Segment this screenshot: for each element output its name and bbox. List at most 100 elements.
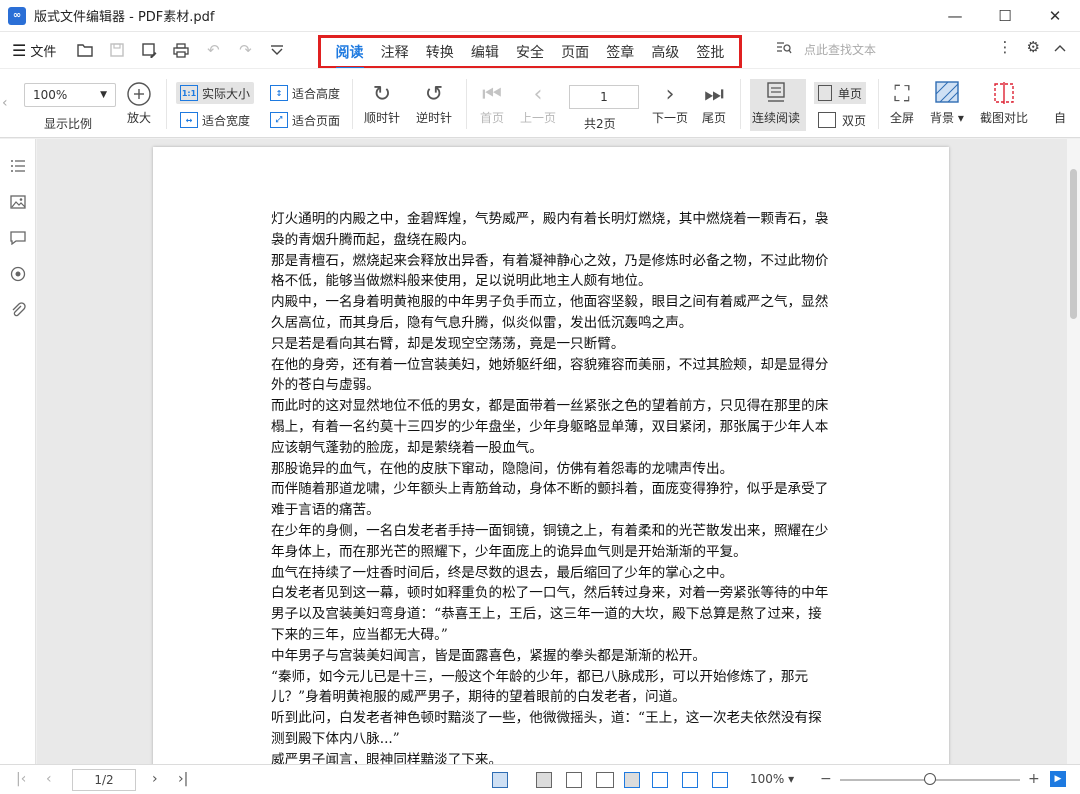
close-button[interactable]: ✕	[1030, 0, 1080, 32]
print-icon[interactable]	[166, 36, 196, 64]
paragraph: 在少年的身侧，一名白发老者手持一面铜镜，铜镜之上，有着柔和的光芒散发出来，照耀在…	[271, 522, 829, 560]
document-viewport[interactable]: 灯火通明的内殿之中，金碧辉煌，气势威严，殿内有着长明灯燃烧，其中燃烧着一颗青石，…	[37, 139, 1067, 764]
tab-signature[interactable]: 签章	[604, 40, 636, 64]
status-double-page-icon[interactable]	[596, 772, 614, 788]
redo-icon[interactable]: ↷	[230, 36, 260, 64]
first-page-button[interactable]: ⏮ 首页	[480, 81, 504, 126]
status-single-page-icon[interactable]	[566, 772, 582, 788]
chevron-down-icon: ▼	[100, 90, 107, 100]
outline-list-icon[interactable]	[9, 157, 27, 175]
search-box[interactable]: 点此查找文本	[776, 40, 876, 58]
fit-height-icon: ↕	[270, 85, 288, 101]
previous-page-button[interactable]: ‹ 上一页	[520, 81, 556, 126]
file-menu-button[interactable]: ☰ 文件	[12, 41, 56, 60]
collapse-ribbon-icon[interactable]	[1054, 38, 1066, 56]
first-page-icon: ⏮	[482, 82, 502, 107]
zoom-select[interactable]: 100% ▼	[24, 83, 116, 107]
save-as-icon[interactable]	[134, 36, 164, 64]
status-zoom-select[interactable]: 100% ▾	[750, 772, 794, 786]
open-folder-icon[interactable]	[70, 36, 100, 64]
actual-size-icon: 1:1	[180, 85, 198, 101]
status-background-icon[interactable]	[492, 772, 508, 788]
customize-dropdown-icon[interactable]	[262, 36, 292, 64]
tab-annotate[interactable]: 注释	[379, 40, 411, 64]
tab-edit[interactable]: 编辑	[469, 40, 501, 64]
single-page-button[interactable]: 单页	[814, 82, 867, 104]
undo-icon[interactable]: ↶	[198, 36, 228, 64]
tab-read[interactable]: 阅读	[334, 40, 366, 69]
screenshot-compare-button[interactable]: 截图对比	[980, 81, 1028, 126]
fit-page-icon: ⤢	[270, 112, 288, 128]
status-fit-width-icon[interactable]	[652, 772, 668, 788]
paragraph: 血气在持续了一炷香时间后，终是尽数的退去，最后缩回了少年的掌心之中。	[271, 564, 734, 581]
page-total-label: 共2页	[584, 117, 616, 131]
rotate-clockwise-button[interactable]: ↻ 顺时针	[364, 81, 400, 126]
toolbar-divider	[466, 79, 467, 129]
status-first-page-icon[interactable]: |‹	[16, 771, 26, 787]
thumbnail-image-icon[interactable]	[9, 193, 27, 211]
continuous-read-button[interactable]: 连续阅读	[752, 81, 800, 126]
background-button[interactable]: 背景 ▾	[930, 81, 964, 126]
last-page-button[interactable]: ⏭ 尾页	[702, 81, 726, 126]
next-page-button[interactable]: › 下一页	[652, 81, 688, 126]
toolbar-scroll-left-icon[interactable]: ‹	[2, 95, 8, 111]
paragraph: 那是青檀石，燃烧起来会释放出异香，有着凝神静心之效，乃是修炼时必备之物，不过此物…	[271, 252, 829, 290]
status-next-page-icon[interactable]: ›	[152, 771, 158, 787]
overflow-tool-button[interactable]: 自	[1054, 109, 1066, 126]
status-fit-height-icon[interactable]	[682, 772, 698, 788]
minimize-button[interactable]: —	[930, 0, 980, 32]
status-actual-size-icon[interactable]	[624, 772, 640, 788]
status-fit-page-icon[interactable]	[712, 772, 728, 788]
chevron-left-icon: ‹	[533, 82, 543, 107]
status-continuous-icon[interactable]	[536, 772, 552, 788]
background-label-wrap: 背景 ▾	[930, 111, 964, 125]
fit-width-button[interactable]: ↔ 适合宽度	[176, 109, 254, 131]
fit-page-button[interactable]: ⤢ 适合页面	[266, 109, 344, 131]
zoom-in-button[interactable]: 放大	[126, 81, 152, 126]
fit-width-label: 适合宽度	[202, 113, 251, 128]
toolbar-divider	[166, 79, 167, 129]
paragraph: “秦师，如今元儿已是十三，一般这个年龄的少年，都已八脉成形，可以开始修炼了，那元…	[271, 668, 809, 706]
status-page-indicator[interactable]: 1/2	[72, 769, 136, 791]
status-prev-page-icon[interactable]: ‹	[46, 771, 52, 787]
hamburger-icon: ☰	[12, 40, 27, 60]
paragraph: 威严男子闻言，眼神同样黯淡了下来。	[271, 751, 503, 764]
search-icon	[776, 40, 792, 58]
last-page-icon: ⏭	[704, 82, 724, 107]
actual-size-button[interactable]: 1:1 实际大小	[176, 82, 255, 104]
paragraph: 而此时的这对显然地位不低的男女，都是面带着一丝紧张之色的望着前方，只见得在那里的…	[271, 398, 829, 456]
status-zoom-value: 100%	[750, 772, 785, 786]
tab-advanced[interactable]: 高级	[649, 40, 681, 64]
tab-security[interactable]: 安全	[514, 40, 546, 64]
save-icon[interactable]	[102, 36, 132, 64]
scrollbar-thumb[interactable]	[1070, 169, 1077, 319]
vertical-scrollbar[interactable]	[1067, 139, 1080, 764]
tab-approve[interactable]: 签批	[694, 40, 726, 64]
next-page-label: 下一页	[652, 111, 689, 125]
zoom-out-minus-icon[interactable]: −	[820, 771, 832, 787]
tab-convert[interactable]: 转换	[424, 40, 456, 64]
last-page-label: 尾页	[702, 111, 727, 125]
zoom-in-icon	[126, 81, 152, 109]
zoom-in-plus-icon[interactable]: +	[1028, 771, 1040, 787]
actual-size-label: 实际大小	[202, 86, 251, 101]
title-bar: ∞ 版式文件编辑器 - PDF素材.pdf — ☐ ✕	[0, 0, 1080, 32]
comment-icon[interactable]	[9, 229, 27, 247]
status-last-page-icon[interactable]: ›|	[178, 771, 188, 787]
paragraph: 灯火通明的内殿之中，金碧辉煌，气势威严，殿内有着长明灯燃烧，其中燃烧着一颗青石，…	[271, 211, 829, 248]
attachment-paperclip-icon[interactable]	[9, 301, 27, 319]
zoom-slider-knob[interactable]	[924, 773, 936, 785]
paragraph: 而伴随着那道龙啸，少年额头上青筋耸动，身体不断的颤抖着，面庞变得狰狞，似乎是承受…	[271, 481, 829, 519]
settings-gear-icon[interactable]: ⚙	[1027, 38, 1040, 56]
maximize-button[interactable]: ☐	[980, 0, 1030, 32]
tab-page[interactable]: 页面	[559, 40, 591, 64]
play-presentation-icon[interactable]: ▶	[1050, 771, 1066, 787]
page-number-input[interactable]: 1	[569, 85, 639, 109]
fullscreen-button[interactable]: ⛶ 全屏	[890, 81, 914, 126]
rotate-counterclockwise-button[interactable]: ↺ 逆时针	[416, 81, 452, 126]
fit-height-button[interactable]: ↕ 适合高度	[266, 82, 344, 104]
double-page-button[interactable]: 双页	[814, 109, 870, 131]
more-options-icon[interactable]: ⋮	[998, 38, 1013, 56]
status-bar: |‹ ‹ 1/2 › ›| 100% ▾ − + ▶	[0, 764, 1080, 794]
bookmark-target-icon[interactable]	[9, 265, 27, 283]
